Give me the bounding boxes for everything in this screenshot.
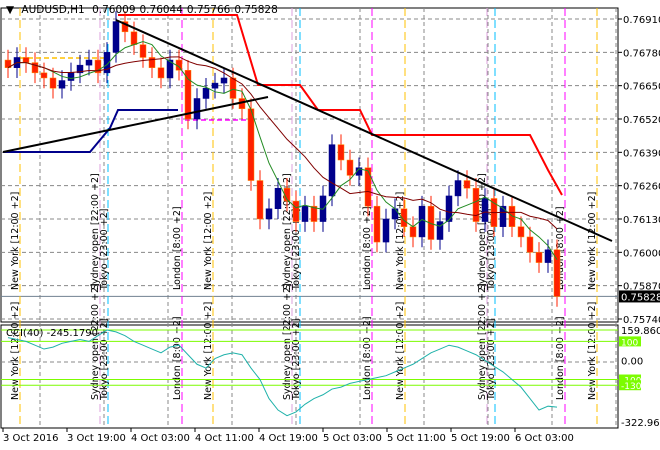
cci-zero-label: 0.00 — [621, 356, 643, 367]
cci-level-label: -130 — [621, 382, 642, 392]
time-tick-label: 5 Oct 11:00 — [387, 433, 446, 444]
cci-level-label: 100 — [621, 338, 638, 348]
candle-bull — [481, 198, 489, 222]
candle-bear — [49, 77, 57, 89]
chart-window[interactable]: 0.76910 0.76780 0.76650 0.76520 0.76390 0.762… — [0, 0, 660, 450]
candle-bear — [130, 31, 138, 45]
candle-bear — [526, 236, 534, 253]
price-tick-label: 0.76390 — [623, 148, 660, 159]
candle-bull — [85, 59, 93, 66]
candle-bull — [301, 205, 309, 222]
candle-bear — [139, 44, 147, 58]
candle-bull — [544, 249, 552, 263]
dropdown-triangle-icon[interactable]: ▼ — [6, 4, 14, 16]
candle-bull — [211, 82, 219, 89]
candle-bear — [463, 180, 471, 189]
candle-bull — [454, 180, 462, 197]
candle-bull — [265, 208, 273, 220]
session-label2-cci: Tokyo [23:00 +2] — [486, 319, 497, 401]
candle-bear — [472, 187, 480, 222]
candle-bull — [220, 77, 228, 84]
chart-header: ▼ AUDUSD,H1 0.76009 0.76044 0.75766 0.75828 — [6, 4, 282, 16]
session-label-main: New York [12:00 +2] — [203, 192, 214, 290]
candle-bear — [256, 180, 264, 220]
session-label2-cci: Tokyo [23:00 +2] — [99, 319, 110, 401]
time-tick-label: 4 Oct 11:00 — [195, 433, 254, 444]
candle-bull — [328, 144, 336, 197]
time-tick-label: 5 Oct 19:00 — [451, 433, 510, 444]
candle-bear — [409, 226, 417, 238]
candle-bull — [67, 72, 75, 81]
session-label-cci: London [8:00 +2] — [362, 316, 373, 400]
candle-bull — [112, 21, 120, 53]
candle-bear — [229, 77, 237, 99]
session-label2-main: Tokyo [23:00 +2] — [99, 209, 110, 291]
candle-bear — [373, 205, 381, 243]
time-tick-label: 3 Oct 2016 — [3, 433, 58, 444]
candle-bear — [517, 226, 525, 238]
price-tick-label: 0.76780 — [623, 48, 660, 59]
session-label-main: New York [12:00 +2] — [10, 192, 21, 290]
candle-bull — [499, 205, 507, 227]
candle-bear — [364, 167, 372, 207]
cci-max-label: 159.8601 — [621, 326, 660, 337]
current-price-label: 0.75828 — [621, 292, 660, 303]
session-label-cci: London [8:00 +2] — [555, 316, 566, 400]
price-tick-label: 0.76000 — [623, 248, 660, 259]
candle-bear — [535, 252, 543, 263]
candle-bull — [382, 218, 390, 243]
time-tick-label: 3 Oct 19:00 — [67, 433, 126, 444]
candle-bear — [157, 67, 165, 79]
candle-bull — [193, 98, 201, 120]
candle-bear — [40, 72, 48, 79]
candle-bull — [202, 87, 210, 99]
ohlc-high: 0.76044 — [139, 4, 183, 16]
cci-label: CCI(40) -245.1790 — [6, 328, 98, 339]
symbol-timeframe: AUDUSD,H1 — [21, 4, 85, 16]
cci-min-label: -322.9653 — [621, 418, 660, 429]
price-tick-label: 0.76650 — [623, 82, 660, 93]
session-label-main: London [8:00 +2] — [172, 206, 183, 290]
candle-bull — [58, 80, 66, 89]
time-tick-label: 6 Oct 03:00 — [515, 433, 574, 444]
price-tick-label: 0.76130 — [623, 215, 660, 226]
candle-bear — [346, 159, 354, 176]
candle-bear — [337, 144, 345, 161]
price-tick-label: 0.75740 — [623, 315, 660, 326]
candle-bull — [391, 208, 399, 220]
time-tick-label: 5 Oct 03:00 — [323, 433, 382, 444]
price-tick-label: 0.76910 — [623, 15, 660, 26]
candle-bear — [184, 70, 192, 120]
price-tick-label: 0.76520 — [623, 115, 660, 126]
ohlc-close: 0.75828 — [234, 4, 278, 16]
candle-bear — [292, 200, 300, 222]
candle-bear — [247, 108, 255, 181]
candle-bear — [22, 57, 30, 63]
session-label2-cci: Tokyo [23:00 +2] — [291, 319, 302, 401]
session-label-cci: London [8:00 +2] — [172, 316, 183, 400]
ohlc-low: 0.75766 — [186, 4, 231, 16]
price-chart[interactable]: 0.76910 0.76780 0.76650 0.76520 0.76390 0.762… — [0, 0, 660, 450]
session-label-main: London [8:00 +2] — [362, 206, 373, 290]
time-tick-label: 4 Oct 19:00 — [259, 433, 318, 444]
session-label-main: New York [12:00 +2] — [587, 192, 598, 290]
price-tick-label: 0.76260 — [623, 182, 660, 193]
time-tick-label: 4 Oct 03:00 — [131, 433, 190, 444]
ohlc-open: 0.76009 — [92, 4, 136, 16]
candle-bull — [274, 187, 282, 209]
